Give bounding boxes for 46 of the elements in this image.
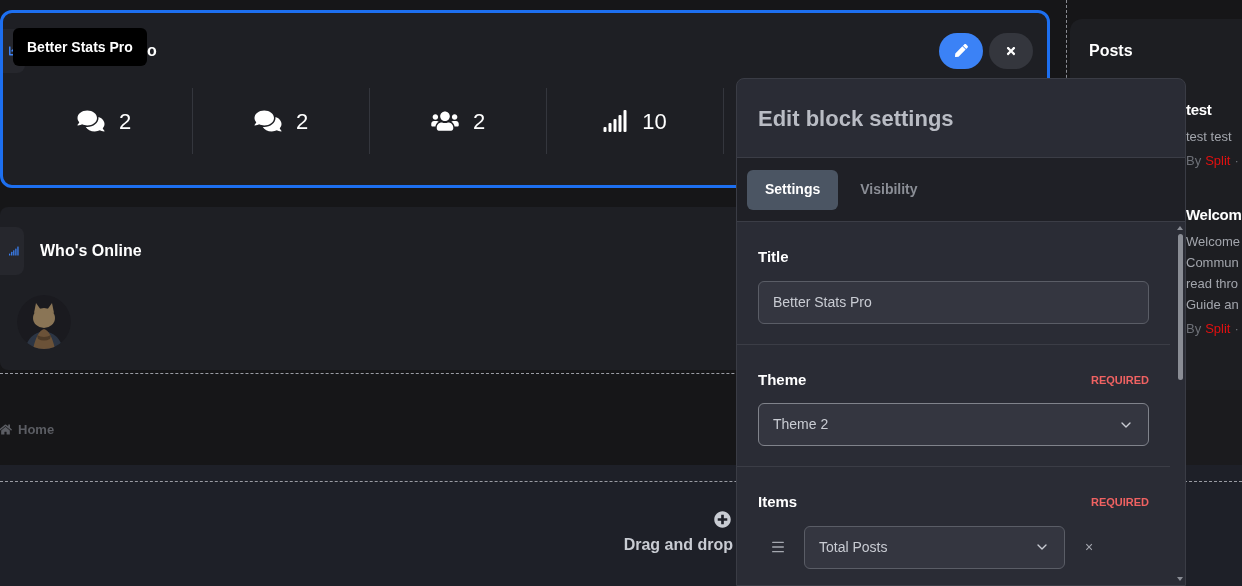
comments-icon xyxy=(253,109,282,133)
field-label: Items xyxy=(758,492,798,512)
post-excerpt: Guide an xyxy=(1186,296,1240,314)
block-title: o xyxy=(147,40,157,61)
byline: By xyxy=(1186,320,1202,338)
title-input[interactable]: Better Stats Pro xyxy=(758,280,1149,324)
byline: By xyxy=(1186,152,1202,170)
drag-handle-icon[interactable] xyxy=(770,539,786,555)
required-label: REQUIRED xyxy=(1090,372,1149,388)
card-title: Posts xyxy=(1089,41,1134,61)
signal-bars-icon xyxy=(603,110,629,132)
post-excerpt: read thro xyxy=(1186,275,1240,293)
remove-item-button[interactable]: × xyxy=(1085,536,1094,558)
item-select[interactable]: Total Posts xyxy=(804,525,1065,569)
close-icon xyxy=(1005,44,1017,57)
post-title: Welcom xyxy=(1186,205,1242,225)
tab[interactable]: Visibility xyxy=(842,169,936,210)
post-excerpt: Commun xyxy=(1186,254,1240,272)
post-excerpt: Welcome xyxy=(1186,233,1241,251)
stat-value: 2 xyxy=(118,107,132,136)
separator: · xyxy=(1234,320,1239,338)
edit-button[interactable] xyxy=(939,32,983,69)
comments-icon xyxy=(76,109,105,133)
users-icon xyxy=(430,110,459,132)
close-button[interactable] xyxy=(989,32,1033,69)
author-link[interactable]: Split xyxy=(1205,152,1231,170)
tooltip: Better Stats Pro xyxy=(13,28,147,66)
popover-title: Edit block settings xyxy=(758,104,954,133)
pencil-icon xyxy=(954,44,968,57)
drop-hint: Drag and drop xyxy=(623,535,733,555)
card-title: Who's Online xyxy=(40,241,142,261)
add-icon[interactable] xyxy=(714,511,731,528)
author-link[interactable]: Split xyxy=(1205,320,1231,338)
post-title: test xyxy=(1186,100,1213,120)
home-icon xyxy=(0,423,12,436)
field-label: Theme xyxy=(758,369,807,390)
stat-value: 2 xyxy=(295,107,309,136)
theme-select[interactable]: Theme 2 xyxy=(758,403,1149,446)
signal-bars-icon xyxy=(9,244,19,258)
post-excerpt: test test xyxy=(1186,128,1233,146)
separator: · xyxy=(1234,152,1239,170)
tab[interactable]: Settings xyxy=(747,169,839,210)
stat-value: 2 xyxy=(472,107,486,136)
required-label: REQUIRED xyxy=(1090,495,1149,510)
stat-value: 10 xyxy=(642,107,667,136)
field-label: Title xyxy=(758,247,789,267)
